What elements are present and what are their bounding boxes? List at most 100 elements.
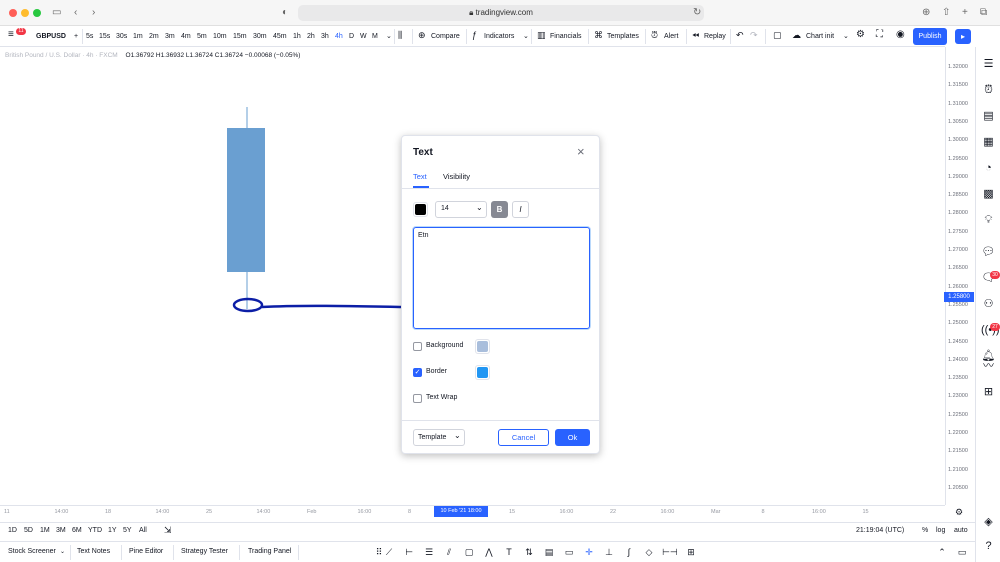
hotlists-icon[interactable]: ▦ xyxy=(981,135,996,150)
border-color-swatch[interactable] xyxy=(475,365,490,380)
range-1m[interactable]: 1M xyxy=(40,526,50,536)
percent-toggle[interactable]: % xyxy=(922,526,928,536)
parallel-channel-tool-icon[interactable]: ☰ xyxy=(422,546,436,559)
snapshot-icon[interactable]: ◉ xyxy=(896,29,905,40)
interval-45m[interactable]: 45m xyxy=(273,31,287,42)
auto-toggle[interactable]: auto xyxy=(954,526,968,536)
download-icon[interactable]: ⊕ xyxy=(922,6,930,20)
rectangle-tool-icon[interactable]: ▢ xyxy=(462,546,476,559)
layout-icon[interactable]: ▢ xyxy=(773,30,782,41)
publish-button[interactable]: Publish xyxy=(913,28,947,45)
trend-line-tool-icon[interactable]: ⟋ xyxy=(382,546,396,559)
interval-15s[interactable]: 15s xyxy=(99,31,110,42)
vertical-line-tool-icon[interactable]: ⊥ xyxy=(602,546,616,559)
range-6m[interactable]: 6M xyxy=(72,526,82,536)
interval-15m[interactable]: 15m xyxy=(233,31,247,42)
alerts-icon[interactable]: ⏰︎ xyxy=(981,83,996,98)
interval-3h[interactable]: 3h xyxy=(321,31,329,42)
interval-1m[interactable]: 1m xyxy=(133,31,143,42)
forward-icon[interactable]: › xyxy=(92,6,95,20)
interval-3m[interactable]: 3m xyxy=(165,31,175,42)
tab-visibility[interactable]: Visibility xyxy=(443,172,470,181)
background-color-swatch[interactable] xyxy=(475,339,490,354)
comment-tool-icon[interactable]: ▭ xyxy=(562,546,576,559)
close-window-button[interactable] xyxy=(9,9,17,17)
callout-tool-icon[interactable]: ▤ xyxy=(542,546,556,559)
diamond-tool-icon[interactable]: ◇ xyxy=(642,546,656,559)
price-range-tool-icon[interactable]: ⇅ xyxy=(522,546,536,559)
italic-button[interactable]: I xyxy=(512,201,529,218)
tab-text-notes[interactable]: Text Notes xyxy=(77,547,110,557)
indicators-dropdown-icon[interactable]: ⌄ xyxy=(523,31,529,42)
layout-name[interactable]: Chart init xyxy=(806,31,834,42)
range-1y[interactable]: 1Y xyxy=(108,526,117,536)
settings-icon[interactable]: ⚙ xyxy=(856,29,865,40)
financials-button[interactable]: Financials xyxy=(550,31,582,42)
font-size-select[interactable]: 14 ⌄ xyxy=(435,201,487,218)
screener-dropdown-icon[interactable]: ⌄ xyxy=(60,547,65,557)
ok-button[interactable]: Ok xyxy=(555,429,590,446)
range-5y[interactable]: 5Y xyxy=(123,526,132,536)
interval-1h[interactable]: 1h xyxy=(293,31,301,42)
dom-icon[interactable]: ⊞ xyxy=(981,385,996,400)
log-toggle[interactable]: log xyxy=(936,526,945,536)
interval-2m[interactable]: 2m xyxy=(149,31,159,42)
text-input[interactable]: Etn xyxy=(413,227,590,329)
symbol-search[interactable]: GBPUSD xyxy=(36,31,66,42)
alert-button[interactable]: Alert xyxy=(664,31,678,42)
range-3m[interactable]: 3M xyxy=(56,526,66,536)
reload-icon[interactable]: ↻ xyxy=(693,6,701,20)
horizontal-ray-tool-icon[interactable]: ⊢ xyxy=(402,546,416,559)
text-wrap-checkbox[interactable] xyxy=(413,394,422,403)
streams-icon[interactable]: ⚇ xyxy=(981,297,996,312)
tab-pine-editor[interactable]: Pine Editor xyxy=(129,547,163,557)
interval-10m[interactable]: 10m xyxy=(213,31,227,42)
border-checkbox[interactable]: ✓ xyxy=(413,368,422,377)
interval-w[interactable]: W xyxy=(360,31,367,42)
goto-date-icon[interactable]: ⇲ xyxy=(164,525,172,535)
maximize-panel-icon[interactable]: ▭ xyxy=(955,546,969,559)
redo-icon[interactable]: ↷ xyxy=(750,30,758,41)
new-tab-icon[interactable]: + xyxy=(962,6,968,20)
cancel-button[interactable]: Cancel xyxy=(498,429,549,446)
tab-trading-panel[interactable]: Trading Panel xyxy=(248,547,291,557)
close-icon[interactable]: × xyxy=(577,144,585,159)
watchlist-icon[interactable]: ☰ xyxy=(981,57,996,72)
trend-icon[interactable]: 〰 xyxy=(981,359,996,374)
interval-m[interactable]: M xyxy=(372,31,378,42)
template-dropdown[interactable]: Template ⌄ xyxy=(413,429,465,446)
price-scale[interactable]: 1.32000 1.31500 1.31000 1.30500 1.30000 1.295… xyxy=(945,47,975,505)
compare-button[interactable]: Compare xyxy=(431,31,460,42)
address-bar[interactable]: 🔒︎ tradingview.com xyxy=(298,5,704,21)
text-color-swatch[interactable] xyxy=(413,202,428,217)
grid-tool-icon[interactable]: ⊞ xyxy=(684,546,698,559)
bold-button[interactable]: B xyxy=(491,201,508,218)
interval-5s[interactable]: 5s xyxy=(86,31,93,42)
menu-icon[interactable]: ≡ xyxy=(8,29,14,40)
collapse-panel-icon[interactable]: ⌃ xyxy=(935,546,949,559)
axis-settings-icon[interactable]: ⚙ xyxy=(955,507,963,518)
help-icon[interactable]: ? xyxy=(981,539,996,554)
range-5d[interactable]: 5D xyxy=(24,526,33,536)
interval-2h[interactable]: 2h xyxy=(307,31,315,42)
share-icon[interactable]: ⇧ xyxy=(942,6,950,20)
interval-4m[interactable]: 4m xyxy=(181,31,191,42)
brush-tool-icon[interactable]: ∫ xyxy=(622,546,636,559)
text-tool-icon[interactable]: T xyxy=(502,546,516,559)
fullscreen-icon[interactable]: ⛶ xyxy=(876,29,883,40)
ideas-icon[interactable]: 💡︎ xyxy=(981,213,996,228)
maximize-window-button[interactable] xyxy=(33,9,41,17)
layout-dropdown-icon[interactable]: ⌄ xyxy=(843,31,849,42)
calendar-icon[interactable]: ◔ xyxy=(981,161,996,176)
indicators-button[interactable]: Indicators xyxy=(484,31,514,42)
layers-icon[interactable]: ◈ xyxy=(981,515,996,530)
range-ytd[interactable]: YTD xyxy=(88,526,102,536)
background-checkbox[interactable] xyxy=(413,342,422,351)
minimize-window-button[interactable] xyxy=(21,9,29,17)
back-icon[interactable]: ‹ xyxy=(74,6,77,20)
tab-strategy-tester[interactable]: Strategy Tester xyxy=(181,547,228,557)
interval-30s[interactable]: 30s xyxy=(116,31,127,42)
tab-text[interactable]: Text xyxy=(413,172,427,181)
tab-stock-screener[interactable]: Stock Screener xyxy=(8,547,56,557)
crosshair-tool-icon[interactable]: ✛ xyxy=(582,546,596,559)
